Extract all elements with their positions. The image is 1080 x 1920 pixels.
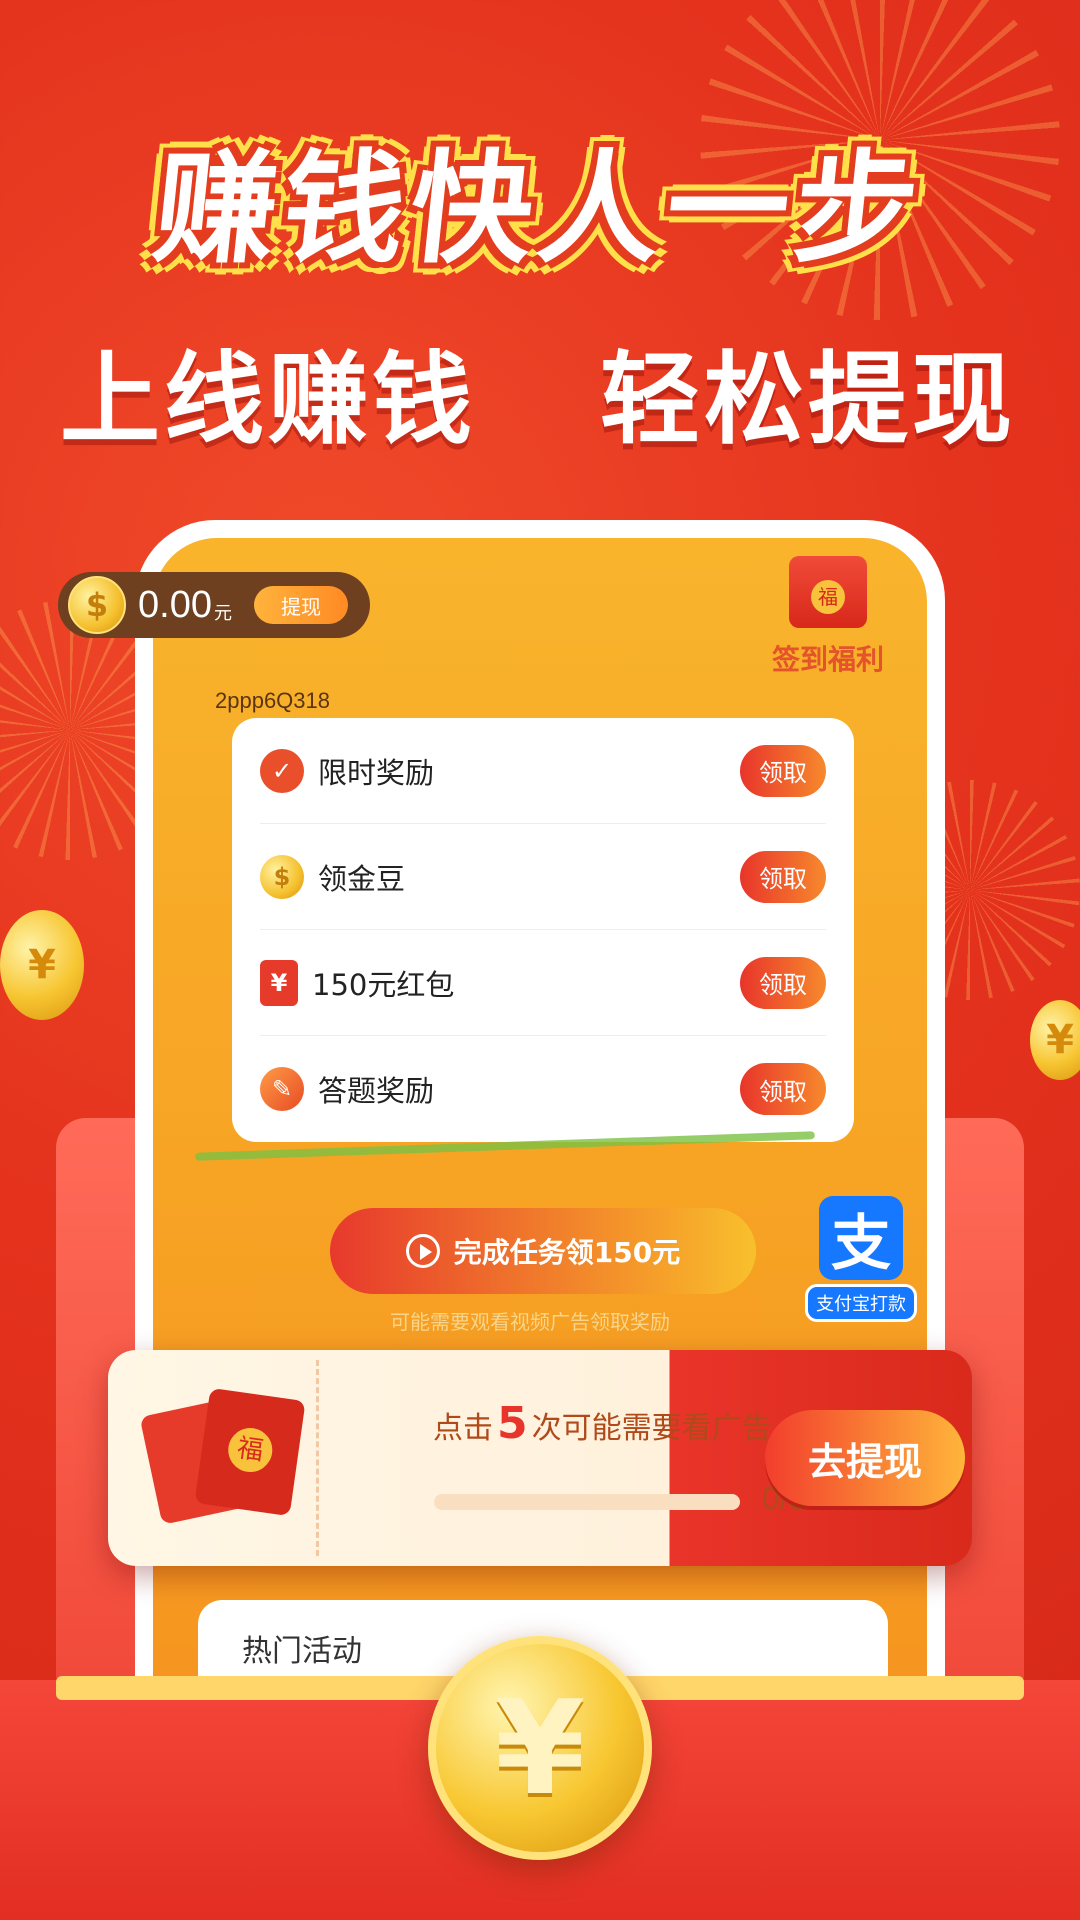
task-list: ✓ 限时奖励 领取 $ 领金豆 领取 ¥ 150元红包 领取 ✎ 答题奖励 领取: [232, 718, 854, 1142]
hot-activities-title: 热门活动: [242, 1634, 362, 1669]
subtitle-right: 轻松提现: [600, 341, 1016, 458]
task-label: 答题奖励: [318, 1074, 435, 1108]
alipay-label: 支付宝打款: [805, 1284, 917, 1322]
red-envelope-icon: [139, 1386, 306, 1525]
play-icon: [405, 1234, 440, 1268]
signin-label: 签到福利: [771, 643, 884, 676]
background-coin: [0, 910, 84, 1020]
background-coin: [1030, 1000, 1080, 1080]
withdraw-button[interactable]: 提现: [253, 586, 348, 624]
yuan-coin-icon: ¥: [428, 1636, 652, 1860]
complete-task-label: 完成任务领150元: [453, 1236, 681, 1269]
alipay-badge[interactable]: 支 支付宝打款: [805, 1196, 917, 1322]
subtitle-left: 上线赚钱: [60, 341, 476, 458]
headline: 赚钱快人一步: [147, 138, 931, 280]
alipay-icon: 支: [819, 1196, 903, 1280]
go-withdraw-button[interactable]: 去提现: [765, 1410, 965, 1506]
progress-bar: [434, 1494, 740, 1510]
task-label: 领金豆: [318, 861, 406, 896]
task-label: 限时奖励: [318, 755, 435, 790]
task-row: ¥ 150元红包 领取: [260, 930, 826, 1036]
ad-hint: 可能需要观看视频广告领取奖励: [390, 1310, 670, 1334]
coin-icon: $: [68, 576, 126, 634]
task-row: ✓ 限时奖励 领取: [260, 718, 826, 824]
quiz-icon: ✎: [260, 1067, 304, 1111]
balance-pill: $ 0.00 元 提现: [58, 572, 370, 638]
task-row: ✎ 答题奖励 领取: [260, 1036, 826, 1142]
complete-task-button[interactable]: 完成任务领150元: [330, 1208, 756, 1294]
claim-button[interactable]: 领取: [740, 956, 826, 1009]
task-row: $ 领金豆 领取: [260, 824, 826, 930]
ticket-text: 点击 5 次可能需要看广告: [433, 1398, 772, 1449]
click-count: 5: [497, 1398, 528, 1449]
check-icon: ✓: [260, 748, 304, 793]
coin-icon: $: [260, 854, 304, 899]
task-label: 150元红包: [312, 967, 455, 1002]
red-envelope-icon: [789, 556, 867, 628]
red-packet-icon: ¥: [260, 959, 298, 1006]
user-id: 2ppp6Q318: [215, 688, 330, 713]
balance-unit: 元: [213, 603, 232, 624]
claim-button[interactable]: 领取: [740, 850, 826, 903]
signin-welfare-button[interactable]: 签到福利: [768, 556, 888, 678]
balance-value: 0.00: [138, 583, 212, 626]
claim-button[interactable]: 领取: [740, 1063, 826, 1115]
claim-button[interactable]: 领取: [740, 744, 826, 797]
